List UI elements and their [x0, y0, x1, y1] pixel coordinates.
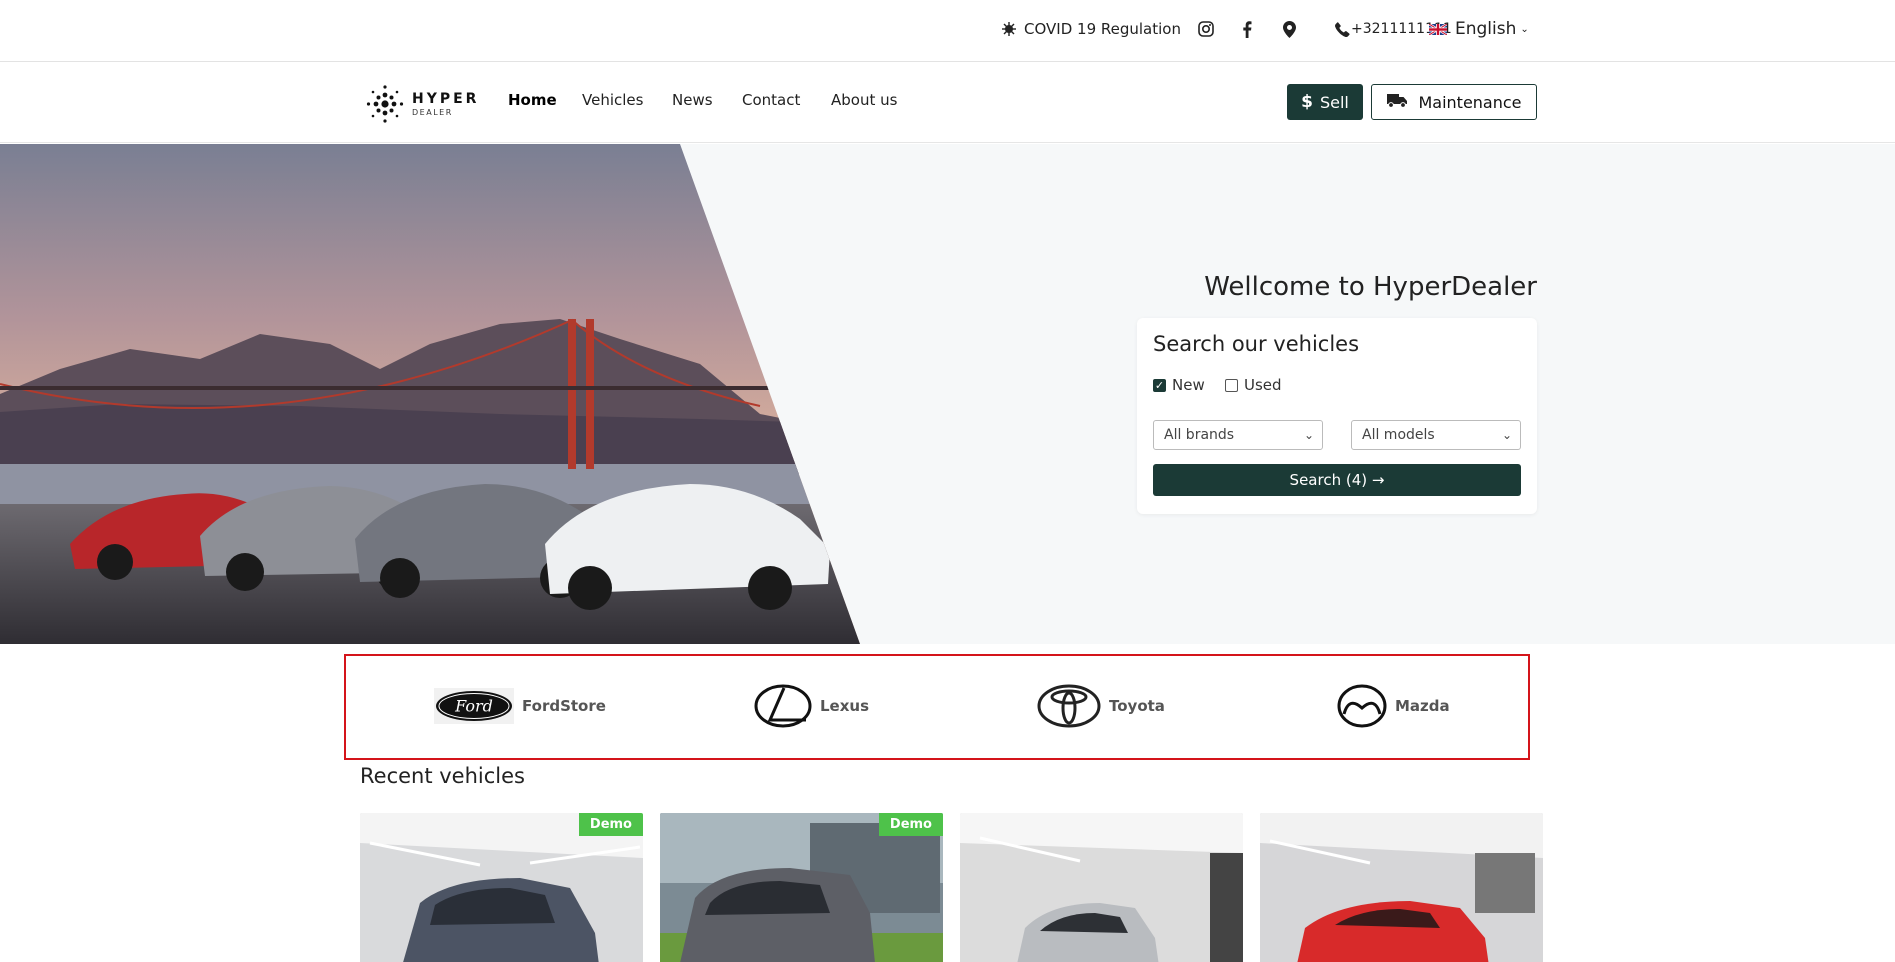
main-header: HYPER DEALER Home Vehicles News Contact …	[0, 63, 1895, 143]
uk-flag-icon	[1429, 23, 1447, 35]
brand-name-mazda: Mazda	[1395, 697, 1450, 715]
brand-select[interactable]: All brands ⌄	[1153, 420, 1323, 450]
instagram-icon[interactable]	[1198, 0, 1214, 58]
search-button[interactable]: Search (4) →	[1153, 464, 1521, 496]
vehicle-card[interactable]: Demo	[360, 813, 643, 962]
truck-icon	[1386, 92, 1408, 112]
used-checkbox[interactable]: Used	[1225, 376, 1282, 394]
brand-item-fordstore[interactable]: Ford FordStore	[434, 681, 606, 731]
virus-icon	[1002, 22, 1016, 36]
covid-link[interactable]: COVID 19 Regulation	[1002, 0, 1181, 58]
vehicle-image	[1260, 813, 1543, 962]
vehicle-card[interactable]	[1260, 813, 1543, 962]
model-select[interactable]: All models ⌄	[1351, 420, 1521, 450]
logo-line1: HYPER	[412, 90, 480, 107]
mazda-logo-icon	[1337, 684, 1387, 728]
demo-badge: Demo	[878, 813, 943, 836]
chevron-down-icon: ⌄	[1520, 23, 1529, 35]
nav-home[interactable]: Home	[508, 91, 557, 109]
ford-logo-icon: Ford	[434, 688, 514, 724]
demo-badge: Demo	[578, 813, 643, 836]
brand-name-fordstore: FordStore	[522, 697, 606, 715]
language-selector[interactable]: English ⌄	[1429, 0, 1529, 58]
search-card: Search our vehicles ✓ New Used All brand…	[1137, 318, 1537, 514]
brand-strip: Ford FordStore Lexus Toyota Mazda	[344, 654, 1530, 760]
lexus-logo-icon	[754, 684, 812, 728]
hero-image	[0, 144, 860, 644]
new-checkbox[interactable]: ✓ New	[1153, 376, 1205, 394]
phone-icon	[1335, 21, 1350, 37]
new-label: New	[1172, 376, 1205, 394]
covid-label: COVID 19 Regulation	[1024, 20, 1181, 38]
maintenance-button[interactable]: Maintenance	[1371, 84, 1537, 120]
brand-item-lexus[interactable]: Lexus	[754, 681, 869, 731]
hero-section: Wellcome to HyperDealer Search our vehic…	[0, 144, 1895, 644]
nav-vehicles[interactable]: Vehicles	[582, 91, 643, 109]
maintenance-label: Maintenance	[1418, 92, 1522, 112]
search-title: Search our vehicles	[1153, 332, 1360, 356]
site-logo[interactable]: HYPER DEALER	[366, 83, 479, 125]
nav-contact[interactable]: Contact	[742, 91, 800, 109]
model-select-value: All models	[1362, 427, 1435, 443]
chevron-down-icon: ⌄	[1303, 428, 1314, 442]
sell-label: Sell	[1319, 92, 1349, 112]
brand-item-toyota[interactable]: Toyota	[1037, 681, 1165, 731]
brand-name-toyota: Toyota	[1109, 697, 1165, 715]
location-pin-icon[interactable]	[1283, 0, 1296, 58]
dollar-icon: $	[1301, 92, 1313, 112]
welcome-heading: Wellcome to HyperDealer	[1204, 272, 1537, 302]
language-label: English	[1455, 19, 1517, 39]
vehicle-card[interactable]	[960, 813, 1243, 962]
vehicle-card[interactable]: Demo	[660, 813, 943, 962]
facebook-icon[interactable]	[1242, 0, 1252, 58]
sell-button[interactable]: $ Sell	[1287, 84, 1363, 120]
recent-vehicles-title: Recent vehicles	[360, 764, 525, 788]
nav-news[interactable]: News	[672, 91, 713, 109]
brand-name-lexus: Lexus	[820, 697, 870, 715]
svg-text:Ford: Ford	[454, 697, 493, 716]
toyota-logo-icon	[1037, 684, 1101, 728]
checkbox-empty-icon	[1225, 378, 1238, 392]
nav-about-us[interactable]: About us	[831, 91, 897, 109]
checkbox-checked-icon: ✓	[1153, 378, 1166, 392]
top-bar: COVID 19 Regulation +3211111111 English …	[0, 0, 1895, 62]
brand-item-mazda[interactable]: Mazda	[1337, 681, 1450, 731]
brand-select-value: All brands	[1164, 427, 1235, 443]
used-label: Used	[1244, 376, 1282, 394]
logo-line2: DEALER	[412, 107, 453, 117]
chevron-down-icon: ⌄	[1501, 428, 1512, 442]
vehicle-image	[960, 813, 1243, 962]
logo-dots-icon	[366, 85, 404, 123]
